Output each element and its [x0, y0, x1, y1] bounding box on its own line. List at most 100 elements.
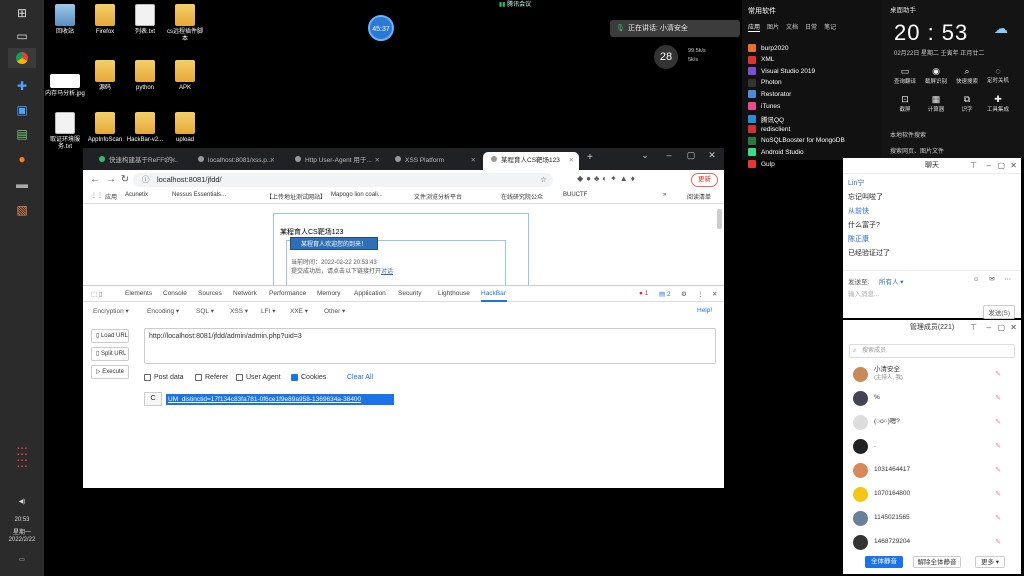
- terminal-icon[interactable]: ▬: [8, 174, 36, 194]
- checkbox[interactable]: [144, 374, 151, 381]
- notes-icon[interactable]: ▤: [8, 124, 36, 144]
- quick-action[interactable]: ▦ 计算器: [921, 94, 951, 113]
- mic-muted-icon[interactable]: ✎: [995, 394, 1001, 402]
- quick-action[interactable]: ◉ 截屏识别: [921, 66, 951, 85]
- quick-action[interactable]: ◌ 定时关机: [983, 66, 1013, 84]
- app-icon[interactable]: ▧: [8, 200, 36, 220]
- cookie-input[interactable]: UM_distinctid=17f134c83fa781-0f6ce1f9e89…: [166, 394, 394, 405]
- mute-all-button[interactable]: 全体静音: [865, 556, 903, 568]
- unmute-all-button[interactable]: 解除全体静音: [913, 556, 961, 568]
- tab-close-icon[interactable]: ✕: [569, 152, 574, 170]
- send-to-select[interactable]: 所有人 ▾: [879, 276, 904, 286]
- desktop-icon[interactable]: upload: [165, 112, 205, 144]
- tab-close-icon[interactable]: ✕: [375, 152, 380, 170]
- volume-icon[interactable]: ◀): [2, 498, 42, 505]
- quick-action[interactable]: ▭ 查询翻译: [890, 66, 920, 85]
- chrome-icon[interactable]: [8, 48, 36, 68]
- desktop-icon[interactable]: 源码: [85, 60, 125, 92]
- members-pin-icon[interactable]: ⊤: [970, 320, 977, 336]
- devtools-tab[interactable]: Security: [398, 290, 421, 297]
- quick-action[interactable]: ⌕ 快速搜索: [952, 66, 982, 85]
- devtools-tab[interactable]: Application: [354, 290, 386, 297]
- bookmark-item[interactable]: Nessus Essentials...: [172, 192, 226, 198]
- web-search[interactable]: 搜索网页、图片文件: [890, 146, 944, 155]
- settings-gear-icon[interactable]: ⚙: [681, 290, 687, 298]
- bookmark-item[interactable]: 【上传地址测试网站】: [266, 192, 326, 201]
- option-post-data[interactable]: Post data: [144, 374, 184, 381]
- member-row[interactable]: . ✎: [853, 438, 1013, 454]
- execute-button[interactable]: ▷ Execute: [91, 365, 129, 379]
- checkbox[interactable]: [195, 374, 202, 381]
- chat-tools-icons[interactable]: ☺ ✉ ⋯: [973, 275, 1015, 283]
- mic-muted-icon[interactable]: ✎: [995, 370, 1001, 378]
- desktop-icon[interactable]: AppInfoScan: [85, 112, 125, 144]
- chat-maximize-icon[interactable]: ▢: [997, 158, 1005, 174]
- bookmark-star-icon[interactable]: ☆: [540, 173, 547, 187]
- start-button[interactable]: ⊞: [8, 3, 36, 23]
- devtools-tab[interactable]: Console: [163, 290, 187, 297]
- software-tab[interactable]: 笔记: [824, 22, 836, 32]
- hackbar-menu-item[interactable]: Encoding ▾: [147, 307, 179, 315]
- error-count[interactable]: ● 1: [639, 290, 648, 297]
- desktop-icon[interactable]: 回收站: [45, 4, 85, 36]
- bookmarks-overflow-icon[interactable]: »: [663, 192, 666, 198]
- extension-icons[interactable]: ◆●♣◐✦▲♦: [577, 174, 638, 183]
- chat-input[interactable]: 输入消息...: [848, 288, 879, 298]
- member-row[interactable]: 小清安全 (主持人, 我) ✎: [853, 366, 1013, 382]
- hackbar-menu-item[interactable]: LFI ▾: [261, 307, 275, 315]
- inspect-icon[interactable]: ⬚ ▯: [91, 290, 103, 298]
- member-search-input[interactable]: ⌕ 搜索成员: [849, 344, 1015, 358]
- hackbar-menu-item[interactable]: XXE ▾: [290, 307, 308, 315]
- option-referer[interactable]: Referer: [195, 374, 228, 381]
- members-minimize-icon[interactable]: –: [987, 320, 991, 336]
- members-maximize-icon[interactable]: ▢: [997, 320, 1005, 336]
- member-row[interactable]: (○o○)嗯? ✎: [853, 414, 1013, 430]
- devtools-tab[interactable]: HackBar: [481, 290, 506, 297]
- hackbar-url-input[interactable]: http://localhost:8081/jfdd/admin/admin.p…: [144, 328, 716, 364]
- browser-tab[interactable]: XSS Platform ✕: [387, 152, 481, 170]
- app-item[interactable]: Gulp: [748, 160, 775, 168]
- quick-action[interactable]: ⊡ 截屏: [890, 94, 920, 113]
- meeting-icon[interactable]: ▣: [8, 100, 36, 120]
- cookie-clear-button[interactable]: C: [144, 392, 162, 406]
- tool-icon[interactable]: ✚: [8, 76, 36, 96]
- app-item[interactable]: XML: [748, 55, 774, 64]
- desktop-icon[interactable]: cs远程插件脚本: [165, 4, 205, 43]
- app-item[interactable]: Restorator: [748, 90, 791, 99]
- new-tab-button[interactable]: +: [587, 152, 593, 163]
- software-tab[interactable]: 应用: [748, 22, 761, 32]
- desktop-icon[interactable]: Firefox: [85, 4, 125, 36]
- mic-muted-icon[interactable]: ✎: [995, 514, 1001, 522]
- browser-tab[interactable]: localhost:8081/xss.p... ✕: [190, 152, 280, 170]
- bookmark-item[interactable]: 文件浏览分析平台: [414, 192, 462, 201]
- chat-pin-icon[interactable]: ⊤: [970, 158, 977, 174]
- desktop-icon[interactable]: HackBar-v2...: [125, 112, 165, 144]
- hint-link[interactable]: 对话: [381, 269, 393, 275]
- weather-widget[interactable]: 28 99.5k/s 5k/s: [654, 45, 706, 69]
- tab-close-icon[interactable]: ✕: [471, 152, 476, 170]
- hackbar-menu-item[interactable]: SQL ▾: [196, 307, 214, 315]
- address-bar[interactable]: ⓘ localhost:8081/jfdd/ ☆: [133, 173, 553, 187]
- desktop-icon[interactable]: 内存马分析.jpg: [45, 68, 85, 98]
- app-item[interactable]: 腾讯QQ: [748, 114, 784, 124]
- members-close-icon[interactable]: ✕: [1010, 320, 1017, 336]
- member-row[interactable]: 1145021565 ✎: [853, 510, 1013, 526]
- desktop-icon[interactable]: python: [125, 60, 165, 92]
- app-item[interactable]: Visual Studio 2019: [748, 67, 815, 76]
- forward-button[interactable]: →: [105, 173, 117, 187]
- checkbox[interactable]: [291, 374, 298, 381]
- chat-minimize-icon[interactable]: –: [987, 158, 991, 174]
- app-item[interactable]: NoSQLBooster for MongoDB: [748, 136, 845, 145]
- bookmark-item[interactable]: BUUCTF: [563, 192, 587, 198]
- devtools-tab[interactable]: Lighthouse: [438, 290, 470, 297]
- software-tab[interactable]: 图片: [767, 22, 779, 32]
- more-icon[interactable]: ⋮: [697, 290, 704, 298]
- checkbox[interactable]: [236, 374, 243, 381]
- close-button[interactable]: ✕: [700, 148, 724, 162]
- browser-tab[interactable]: 某程育人CS靶场123 ✕: [483, 152, 579, 170]
- file-explorer-icon[interactable]: ▭: [8, 26, 36, 46]
- mic-muted-icon[interactable]: ✎: [995, 442, 1001, 450]
- quick-action[interactable]: ⧉ 识字: [952, 94, 982, 113]
- page-scrollbar[interactable]: [717, 209, 722, 229]
- meeting-timer[interactable]: 45:37: [368, 15, 394, 41]
